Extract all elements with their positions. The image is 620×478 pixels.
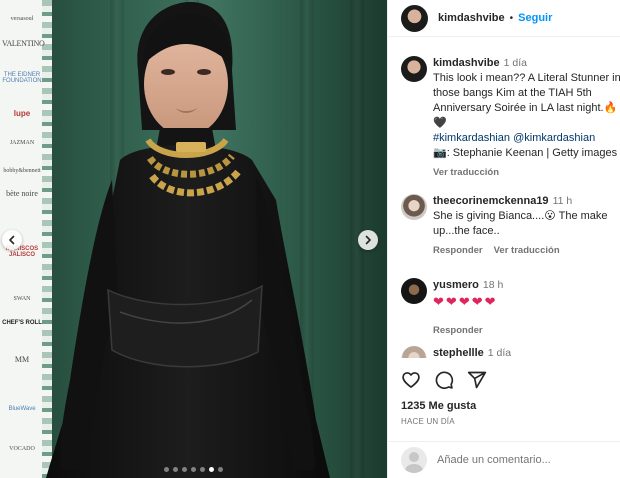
comments-list[interactable]: kimdashvibe 1 día This look i mean?? A Li… (401, 48, 620, 358)
author-avatar[interactable] (401, 4, 428, 32)
comment-hearts: ❤ ❤ ❤ ❤ ❤ (433, 295, 620, 309)
comment-input[interactable] (437, 454, 587, 466)
commenter-avatar[interactable] (401, 194, 427, 220)
post-header: kimdashvibe • Seguir (388, 0, 620, 37)
carousel-dot (218, 467, 223, 472)
carousel-dot (164, 467, 169, 472)
heart-emoji: ❤ (484, 294, 496, 309)
comment-item: yusmero 18 h ❤ ❤ ❤ ❤ ❤ Responder (401, 278, 620, 336)
commenter-avatar[interactable] (401, 278, 427, 304)
follow-button[interactable]: Seguir (518, 12, 552, 24)
chevron-right-icon (365, 235, 371, 245)
see-translation-link[interactable]: Ver traducción (433, 167, 499, 178)
carousel-dot (173, 467, 178, 472)
carousel-dot (191, 467, 196, 472)
instagram-post-modal: versasoul VALENTINO THE EIDNER FOUNDATIO… (0, 0, 620, 478)
see-translation-link[interactable]: Ver traducción (494, 245, 560, 256)
add-comment-bar (388, 441, 620, 478)
caption-username[interactable]: kimdashvibe (433, 57, 500, 69)
reply-link[interactable]: Responder (433, 325, 483, 336)
separator-dot: • (509, 12, 514, 24)
current-user-avatar (401, 447, 427, 473)
commenter-username[interactable]: stephellle (433, 347, 484, 358)
caption-line: Anniversary Soirée in LA last night.🔥 (433, 102, 618, 114)
caption-line: 🖤 (433, 117, 447, 129)
heart-icon[interactable] (401, 370, 421, 390)
heart-emoji: ❤ (433, 294, 444, 309)
caption-line: This look i mean?? A Literal Stunner in (433, 72, 620, 84)
chevron-left-icon (9, 235, 15, 245)
comment-item: theecorinemckenna19 11 h She is giving Bi… (401, 194, 620, 256)
carousel-dot (200, 467, 205, 472)
caption-time: 1 día (503, 57, 527, 69)
commenter-username[interactable]: yusmero (433, 279, 479, 291)
caption-line: those bangs Kim at the TIAH 5th (433, 87, 592, 99)
post-media[interactable]: versasoul VALENTINO THE EIDNER FOUNDATIO… (0, 0, 387, 478)
commenter-username[interactable]: theecorinemckenna19 (433, 195, 549, 207)
hashtag-link[interactable]: #kimkardashian (433, 132, 510, 144)
caption: kimdashvibe 1 día This look i mean?? A Li… (401, 56, 620, 178)
caption-avatar[interactable] (401, 56, 427, 82)
carousel-indicator (0, 467, 387, 472)
comment-text: She is giving Bianca....😮 The make (433, 210, 608, 222)
heart-emoji: ❤ (458, 294, 470, 309)
photo-subject (46, 2, 330, 478)
post-timestamp: HACE UN DÍA (401, 417, 455, 426)
share-icon[interactable] (467, 370, 487, 390)
reply-link[interactable]: Responder (433, 245, 483, 256)
post-actions (401, 370, 487, 390)
likes-count[interactable]: 1235 Me gusta (401, 400, 476, 412)
mention-link[interactable]: @kimkardashian (513, 132, 595, 144)
caption-credit: 📷: Stephanie Keenan | Getty images (433, 147, 618, 159)
heart-emoji: ❤ (471, 294, 483, 309)
next-photo-button[interactable] (358, 230, 378, 250)
comment-time: 18 h (482, 279, 504, 291)
comment-time: 1 día (487, 347, 512, 358)
comment-time: 11 h (552, 195, 573, 207)
author-username[interactable]: kimdashvibe (438, 12, 505, 24)
comment-item: stephellle 1 día (401, 346, 620, 358)
comment-icon[interactable] (434, 370, 454, 390)
commenter-avatar[interactable] (401, 346, 427, 358)
comment-text: up...the face.. (433, 225, 500, 237)
post-side-panel: kimdashvibe • Seguir kimdashvibe 1 día Th… (387, 0, 620, 478)
heart-emoji: ❤ (445, 294, 457, 309)
carousel-dot (182, 467, 187, 472)
previous-photo-button[interactable] (2, 230, 22, 250)
carousel-dot (209, 467, 214, 472)
